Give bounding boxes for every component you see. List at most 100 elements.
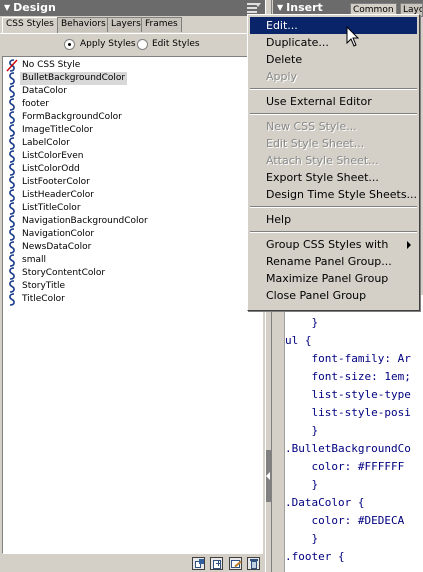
menu-item-label: Attach Style Sheet... bbox=[266, 154, 379, 167]
css-style-label: footer bbox=[22, 99, 49, 109]
menu-item-edit-style-sheet: Edit Style Sheet... bbox=[250, 135, 417, 152]
menu-item-maximize-panel-group[interactable]: Maximize Panel Group bbox=[250, 270, 417, 287]
css-style-item[interactable]: TitleColor bbox=[5, 293, 255, 306]
edit-style-sheet-icon[interactable] bbox=[229, 557, 242, 570]
style-icon bbox=[6, 98, 18, 111]
apply-styles-label[interactable]: Apply Styles bbox=[80, 39, 136, 50]
panel-bottom-toolbar bbox=[0, 555, 265, 572]
menu-item-group-css-styles-with[interactable]: Group CSS Styles with bbox=[250, 236, 417, 253]
code-line: .BulletBackgroundCo bbox=[285, 442, 411, 455]
attach-style-sheet-icon[interactable] bbox=[192, 557, 205, 570]
tab-css-styles[interactable]: CSS Styles bbox=[2, 17, 58, 33]
menu-item-label: New CSS Style... bbox=[266, 120, 357, 133]
css-style-label: ListColorEven bbox=[22, 151, 84, 161]
css-style-item[interactable]: FormBackgroundColor bbox=[5, 111, 255, 124]
menu-item-label: Apply bbox=[266, 70, 298, 83]
code-line: } bbox=[285, 478, 319, 491]
css-style-label: ListFooterColor bbox=[22, 177, 90, 187]
style-icon bbox=[6, 189, 18, 202]
css-style-label: BulletBackgroundColor bbox=[20, 72, 128, 85]
menu-separator bbox=[250, 113, 417, 115]
style-icon bbox=[6, 241, 18, 254]
menu-item-attach-style-sheet: Attach Style Sheet... bbox=[250, 152, 417, 169]
style-icon bbox=[6, 137, 18, 150]
css-style-label: NewsDataColor bbox=[22, 242, 92, 252]
code-view[interactable]: font-size: 1em }ul { font-family: Ar fon… bbox=[285, 295, 423, 572]
css-style-item[interactable]: ListColorOdd bbox=[5, 163, 255, 176]
menu-item-duplicate[interactable]: Duplicate... bbox=[250, 34, 417, 51]
menu-item-export-style-sheet[interactable]: Export Style Sheet... bbox=[250, 169, 417, 186]
css-style-item[interactable]: BulletBackgroundColor bbox=[5, 72, 255, 85]
menu-item-design-time-style-sheets[interactable]: Design Time Style Sheets... bbox=[250, 186, 417, 203]
css-style-item[interactable]: ListColorEven bbox=[5, 150, 255, 163]
edit-styles-radio[interactable] bbox=[137, 39, 148, 50]
design-panel-titlebar[interactable]: ▼ Design bbox=[0, 0, 265, 16]
css-style-list[interactable]: No CSS Style BulletBackgroundColor DataCol… bbox=[2, 56, 263, 554]
code-line: .DataColor { bbox=[285, 496, 365, 509]
css-style-label: ListHeaderColor bbox=[22, 190, 94, 200]
css-style-label: NavigationBackgroundColor bbox=[22, 216, 148, 226]
code-line: } bbox=[285, 316, 319, 329]
style-mode-row: Apply Styles Edit Styles bbox=[0, 33, 265, 55]
menu-item-apply: Apply bbox=[250, 68, 417, 85]
trash-icon[interactable] bbox=[247, 557, 260, 570]
css-style-item[interactable]: ImageTitleColor bbox=[5, 124, 255, 137]
style-icon bbox=[6, 293, 18, 306]
menu-item-label: Export Style Sheet... bbox=[266, 171, 379, 184]
collapse-arrow-icon[interactable]: ▼ bbox=[4, 0, 10, 16]
css-style-label: ImageTitleColor bbox=[22, 125, 93, 135]
css-style-item[interactable]: StoryContentColor bbox=[5, 267, 255, 280]
css-style-item[interactable]: No CSS Style bbox=[5, 59, 255, 72]
css-style-item[interactable]: ListHeaderColor bbox=[5, 189, 255, 202]
css-style-item[interactable]: small bbox=[5, 254, 255, 267]
style-icon bbox=[6, 215, 18, 228]
css-style-item[interactable]: footer bbox=[5, 98, 255, 111]
style-icon bbox=[6, 85, 18, 98]
style-icon bbox=[6, 202, 18, 215]
style-icon bbox=[6, 280, 18, 293]
menu-item-use-external-editor[interactable]: Use External Editor bbox=[250, 93, 417, 110]
css-style-item[interactable]: NavigationColor bbox=[5, 228, 255, 241]
menu-item-label: Edit... bbox=[266, 19, 298, 32]
menu-item-label: Help bbox=[266, 213, 292, 226]
new-css-style-icon[interactable] bbox=[210, 557, 223, 570]
code-line: font-size: 1em; bbox=[285, 370, 411, 383]
css-style-item[interactable]: LabelColor bbox=[5, 137, 255, 150]
menu-item-label: Design Time Style Sheets... bbox=[266, 188, 418, 201]
css-style-label: small bbox=[22, 255, 46, 265]
design-panel: ▼ Design CSS Styles Behaviors Layers Fram… bbox=[0, 0, 265, 572]
css-style-item[interactable]: StoryTitle bbox=[5, 280, 255, 293]
css-styles-context-menu: Edit... Duplicate... Delete Apply Use Extern… bbox=[247, 14, 420, 311]
menu-item-help[interactable]: Help bbox=[250, 211, 417, 228]
apply-styles-radio[interactable] bbox=[64, 39, 75, 50]
css-style-label: DataColor bbox=[22, 86, 67, 96]
code-line: color: #FFFFFF bbox=[285, 460, 405, 473]
tab-frames[interactable]: Frames bbox=[141, 17, 182, 32]
css-style-item[interactable]: DataColor bbox=[5, 85, 255, 98]
design-panel-title: Design bbox=[13, 1, 56, 14]
menu-separator bbox=[250, 88, 417, 90]
css-style-label: No CSS Style bbox=[22, 60, 81, 70]
css-style-item[interactable]: NewsDataColor bbox=[5, 241, 255, 254]
css-style-item[interactable]: NavigationBackgroundColor bbox=[5, 215, 255, 228]
collapse-grip-icon[interactable] bbox=[266, 450, 271, 502]
code-line: list-style-type bbox=[285, 388, 411, 401]
menu-item-close-panel-group[interactable]: Close Panel Group bbox=[250, 287, 417, 304]
menu-item-delete[interactable]: Delete bbox=[250, 51, 417, 68]
css-style-item[interactable]: ListFooterColor bbox=[5, 176, 255, 189]
menu-item-edit[interactable]: Edit... bbox=[250, 17, 417, 34]
menu-item-label: Delete bbox=[266, 53, 303, 66]
code-gutter bbox=[273, 295, 285, 572]
tab-layers[interactable]: Layers bbox=[107, 17, 145, 32]
tab-behaviors[interactable]: Behaviors bbox=[57, 17, 110, 32]
css-style-item[interactable]: ListTitleColor bbox=[5, 202, 255, 215]
menu-item-rename-panel-group[interactable]: Rename Panel Group... bbox=[250, 253, 417, 270]
code-line: font-family: Ar bbox=[285, 352, 411, 365]
css-style-label: FormBackgroundColor bbox=[22, 112, 122, 122]
menu-item-label: Group CSS Styles with bbox=[266, 238, 389, 251]
css-style-label: StoryContentColor bbox=[22, 268, 106, 278]
edit-styles-label[interactable]: Edit Styles bbox=[152, 39, 200, 50]
style-icon bbox=[6, 163, 18, 176]
submenu-arrow-icon bbox=[407, 241, 411, 249]
panel-options-icon[interactable] bbox=[247, 3, 261, 13]
